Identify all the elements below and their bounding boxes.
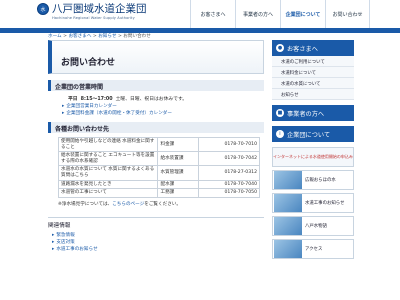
person-icon: ● (276, 44, 284, 52)
sidebar-business-title[interactable]: ■ 事業者の方へ (272, 105, 354, 121)
related-link[interactable]: 緊急情報 (48, 232, 264, 238)
tour-link[interactable]: こちらのページ (112, 202, 144, 207)
sidebar-customers-list: 水道のご利用について 水道料金について 水道の水質について お知らせ (272, 56, 354, 100)
contact-phone: 0178-70-7010 (198, 136, 260, 153)
sidebar-item[interactable]: 水道のご利用について (272, 56, 354, 67)
contact-table: 使用開始や引越しなどの連絡 水道料金に関すること 料金課 0178-70-7010 … (57, 136, 260, 198)
contact-topic: 道路漏水を発見したとき (57, 179, 159, 190)
contact-phone: 0178-70-7042 (198, 151, 260, 167)
contact-heading: 各種お問い合わせ先 (48, 122, 264, 133)
contact-dept: 給水装置課 (157, 151, 200, 167)
table-row: 水道管の工事について 工務課 0178-70-7050 (57, 188, 260, 198)
nav-about[interactable]: 企業団について (280, 0, 325, 28)
table-row: 給水装置に関すること エコキュート等を設置する際の水系確認 給水装置課 0178-7… (57, 151, 260, 167)
sidebar: ● お客さまへ 水道のご利用について 水道料金について 水道の水質について お知ら… (272, 40, 354, 262)
building-icon: ■ (276, 109, 284, 117)
hours-day: 平日 (68, 97, 78, 102)
sidebar-corp[interactable]: i 企業団について (272, 126, 354, 142)
banner-image (274, 217, 302, 235)
site-title: 八戸圏域水道企業団 (52, 2, 147, 15)
banner-label: インターネットによる水道使用開始の申込み (273, 154, 353, 159)
sidebar-item[interactable]: 水道料金について (272, 67, 354, 78)
banner-image (274, 240, 302, 258)
breadcrumb: ホーム > お客さまへ > お知らせ > お問い合わせ (48, 33, 151, 39)
banner-image (274, 171, 302, 189)
contact-topic: 使用開始や引越しなどの連絡 水道料金に関すること (57, 136, 159, 153)
note-suffix: をご覧ください。 (144, 201, 181, 207)
breadcrumb-customers[interactable]: お客さまへ (68, 34, 91, 39)
table-row: 道路漏水を発見したとき 配水課 0178-70-7040 (57, 179, 260, 190)
banner-story[interactable]: 八戸水物語 (272, 216, 354, 236)
info-icon: i (276, 130, 284, 138)
banner-image (274, 194, 302, 212)
banner-label: 水道工事のお知らせ (305, 201, 345, 206)
breadcrumb-current: お問い合わせ (123, 34, 151, 39)
site-logo[interactable]: 水 八戸圏域水道企業団 Hachinohe Regional Water Sup… (37, 2, 147, 20)
sidebar-title-label: お客さまへ (287, 45, 318, 53)
related-list: 緊急情報 支店対策 水道工事のお知らせ (48, 232, 264, 252)
contact-phone: 0178-70-7040 (198, 179, 260, 190)
sidebar-title-label: 事業者の方へ (287, 110, 325, 118)
related-link[interactable]: 水道工事のお知らせ (48, 245, 264, 252)
sidebar-item[interactable]: 水道の水質について (272, 78, 354, 89)
contact-topic: 給水装置に関すること エコキュート等を設置する際の水系確認 (57, 151, 159, 167)
contact-dept: 配水課 (157, 179, 200, 190)
contact-phone: 0178-27-0312 (198, 165, 260, 181)
nav-contact[interactable]: お問い合わせ (325, 0, 370, 28)
breadcrumb-notice[interactable]: お知らせ (98, 34, 116, 39)
banner-label: アクセス (305, 247, 323, 252)
banner-construction[interactable]: 水道工事のお知らせ (272, 193, 354, 213)
contact-dept: 料金課 (157, 136, 200, 153)
site-header: 水 八戸圏域水道企業団 Hachinohe Regional Water Sup… (0, 0, 400, 28)
main-content: お問い合わせ 企業団の営業時間 平日 8:15～17:00 土曜、日曜、祝日はお休み… (48, 40, 264, 300)
logo-mark-icon: 水 (37, 3, 49, 15)
contact-phone: 0178-70-7050 (198, 188, 260, 198)
sidebar-business[interactable]: ■ 事業者の方へ (272, 105, 354, 121)
banner-online-application[interactable]: インターネットによる水道使用開始の申込み (272, 147, 354, 167)
hours-time: 8:15～17:00 (80, 97, 113, 102)
hours-text: 平日 8:15～17:00 土曜、日曜、祝日はお休みです。 (48, 91, 264, 102)
banner-access[interactable]: アクセス (272, 239, 354, 259)
calendar-link[interactable]: 企業団営業日カレンダー (48, 102, 264, 109)
global-nav: お客さまへ 事業者の方へ 企業団について お問い合わせ (190, 0, 370, 28)
contact-dept: 水質管理課 (157, 165, 200, 181)
banner-pr[interactable]: 広報おらほの水 (272, 170, 354, 190)
page-title: お問い合わせ (48, 40, 264, 74)
tour-note: ※浄水場見学については、こちらのページをご覧ください。 (48, 198, 264, 207)
table-row: 使用開始や引越しなどの連絡 水道料金に関すること 料金課 0178-70-7010 (57, 136, 260, 153)
hours-closed: 土曜、日曜、祝日はお休みです。 (115, 97, 188, 102)
hours-section: 企業団の営業時間 平日8:15～17:00土曜、日曜、祝日はお休みです。 企業団… (48, 80, 264, 116)
breadcrumb-home[interactable]: ホーム (48, 34, 62, 39)
site-subtitle: Hachinohe Regional Water Supply Authorit… (52, 16, 135, 20)
sidebar-title-label: 企業団について (287, 131, 331, 139)
banner-label: 広報おらほの水 (305, 178, 336, 183)
contact-topic: 水道管の工事について (57, 188, 159, 198)
sidebar-customers: ● お客さまへ 水道のご利用について 水道料金について 水道の水質について お知ら… (272, 40, 354, 100)
nav-customers[interactable]: お客さまへ (190, 0, 235, 28)
sidebar-item[interactable]: お知らせ (272, 89, 354, 100)
note-prefix: ※浄水場見学については、 (58, 201, 113, 207)
related-section: 関連情報 緊急情報 支店対策 水道工事のお知らせ (48, 216, 264, 252)
contact-dept: 工務課 (157, 188, 200, 198)
related-heading: 関連情報 (48, 222, 71, 229)
contact-section: 各種お問い合わせ先 使用開始や引越しなどの連絡 水道料金に関すること 料金課 017… (48, 122, 264, 207)
table-row: 水道水の水質について 水質に関するよくある質問はこちら 水質管理課 0178-27-… (57, 165, 260, 181)
calendar-link[interactable]: 企業団料金課（水道の開栓・休了受付）カレンダー (48, 109, 264, 116)
sidebar-corp-title[interactable]: i 企業団について (272, 126, 354, 142)
related-link[interactable]: 支店対策 (48, 238, 264, 245)
banner-label: 八戸水物語 (305, 224, 327, 229)
nav-business[interactable]: 事業者の方へ (235, 0, 280, 28)
contact-topic: 水道水の水質について 水質に関するよくある質問はこちら (57, 165, 159, 181)
sidebar-customers-title[interactable]: ● お客さまへ (272, 40, 354, 56)
hours-heading: 企業団の営業時間 (48, 80, 264, 91)
calendar-links: 企業団営業日カレンダー 企業団料金課（水道の開栓・休了受付）カレンダー (48, 102, 264, 116)
